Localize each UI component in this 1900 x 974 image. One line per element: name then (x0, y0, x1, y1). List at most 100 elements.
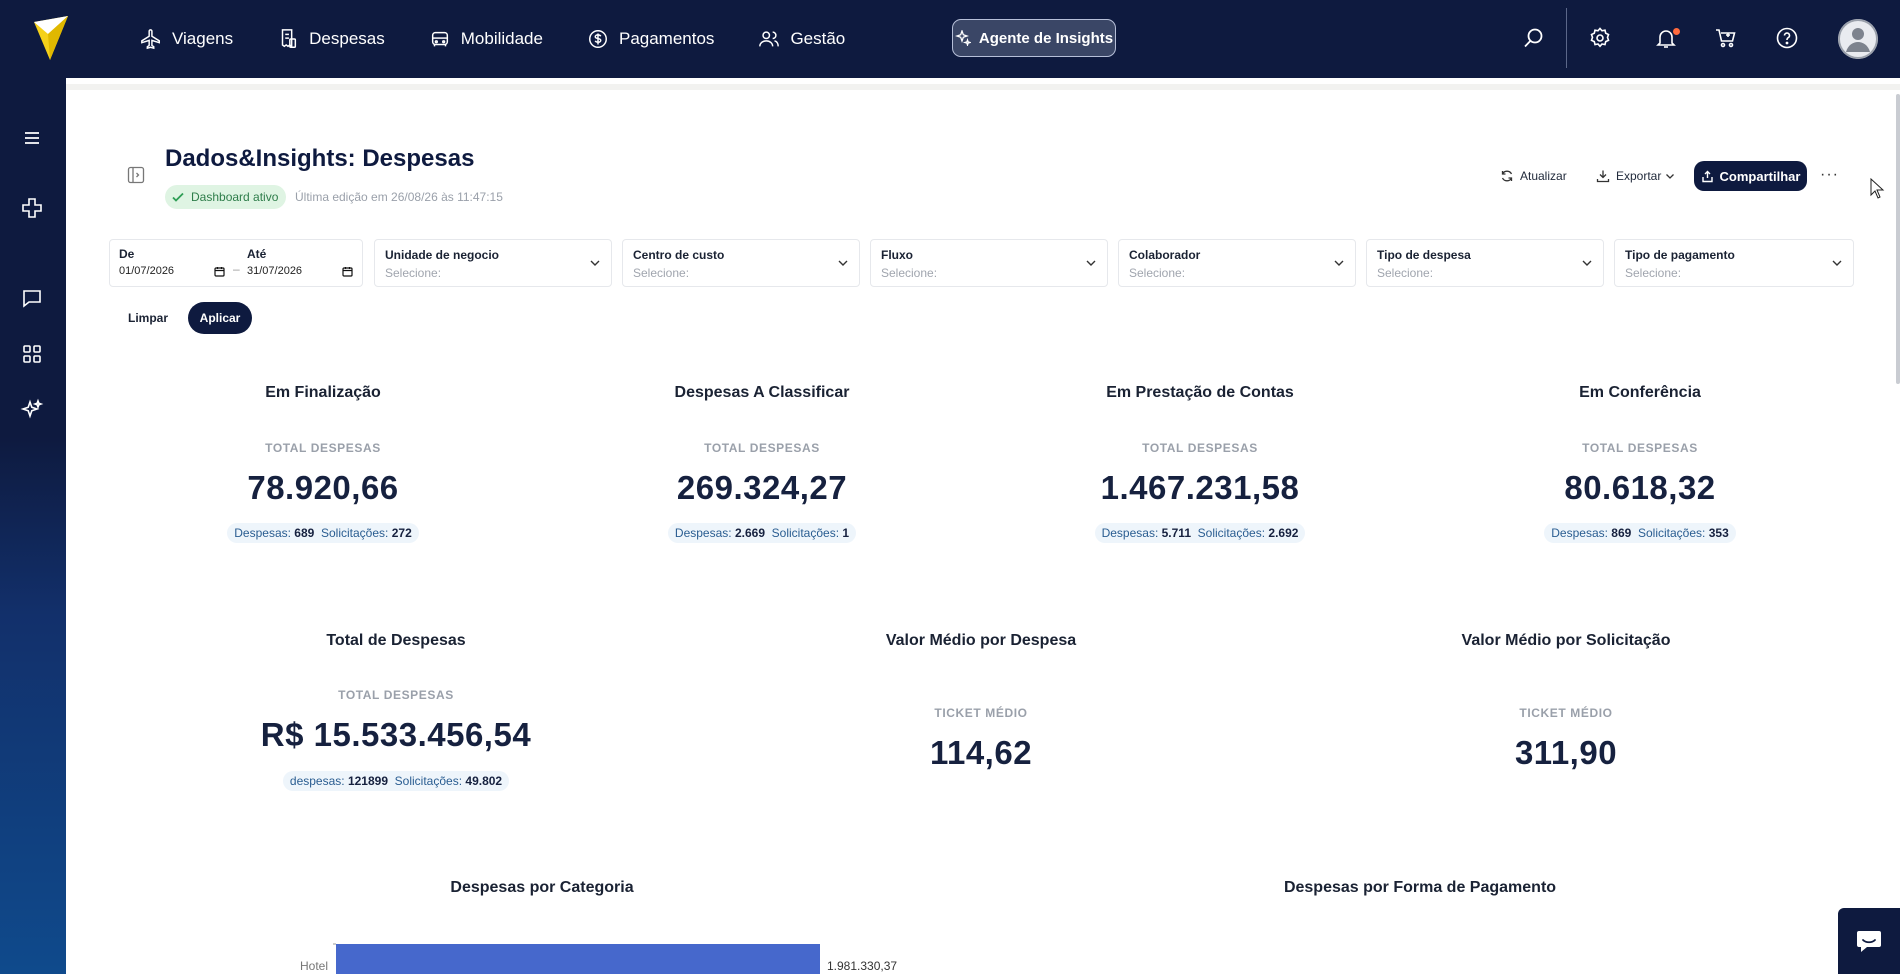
filter-collaborator[interactable]: Colaborador Selecione: (1118, 239, 1356, 287)
help-icon[interactable] (1775, 26, 1799, 50)
kpi-requests-count: 272 (391, 526, 412, 540)
side-rail (0, 78, 66, 974)
kpi-counts-chip: Despesas: 5.711 Solicitações: 2.692 (1094, 523, 1306, 543)
kpi-requests-label: Solicitações: (394, 774, 463, 788)
sparkle-icon (954, 30, 971, 46)
kpi-value: 311,90 (1514, 734, 1618, 771)
kpi-expenses-label: Despesas: (1551, 526, 1608, 540)
kpi-subtitle: TOTAL DESPESAS (338, 688, 454, 702)
share-button[interactable]: Compartilhar (1694, 161, 1807, 191)
nav-gestao-label: Gestão (790, 29, 846, 48)
filter-label: Tipo de despesa (1377, 248, 1471, 262)
filter-payment-type[interactable]: Tipo de pagamento Selecione: (1614, 239, 1854, 287)
kpi-value: 1.467.231,58 (1100, 469, 1300, 506)
chat-support-button[interactable] (1838, 908, 1900, 974)
nav-pagamentos[interactable]: Pagamentos (587, 0, 714, 78)
nav-despesas[interactable]: Despesas (277, 0, 385, 78)
category-bar-chart: Hotel 1.981.330,37 (300, 943, 897, 974)
share-icon (1701, 170, 1713, 182)
kpi-requests-count: 2.692 (1268, 526, 1299, 540)
filter-cost-center[interactable]: Centro de custo Selecione: (622, 239, 860, 287)
dashboard-grid-icon[interactable] (20, 342, 44, 366)
kpi-requests-count: 353 (1708, 526, 1729, 540)
users-icon (759, 31, 780, 47)
collapse-panel-icon[interactable] (127, 166, 145, 184)
filter-placeholder: Selecione: (881, 266, 938, 280)
kpi-counts: Despesas: 2.669 Solicitações: 1 (627, 523, 897, 543)
calendar-icon (342, 267, 353, 277)
filter-placeholder: Selecione: (1129, 266, 1186, 280)
bar[interactable] (336, 944, 820, 974)
receipt-icon (281, 29, 297, 48)
kpi-expenses-label: Despesas: (234, 526, 291, 540)
brand-logo[interactable] (34, 16, 68, 60)
date-from-field[interactable]: De 01/07/2026 (109, 239, 235, 287)
nav-pagamentos-label: Pagamentos (618, 29, 715, 48)
export-button[interactable]: Exportar (1596, 163, 1675, 189)
date-to-field[interactable]: Até 31/07/2026 (237, 239, 363, 287)
apply-filters-button[interactable]: Aplicar (188, 302, 252, 334)
share-label: Compartilhar (1719, 168, 1801, 184)
kpi-title: Em Finalização (265, 384, 381, 401)
filter-label: Colaborador (1129, 248, 1201, 262)
chevron-down-icon (1582, 260, 1592, 266)
main-nav: Viagens Despesas Mobilidade Pagamentos G… (140, 0, 889, 78)
user-avatar-icon (1838, 19, 1878, 59)
sparkle-insights-icon[interactable] (20, 398, 44, 422)
kpi-title: Total de Despesas (326, 632, 466, 649)
kpi-requests-label: Solicitações: (771, 526, 840, 540)
kpi-subtitle: TOTAL DESPESAS (1142, 441, 1258, 455)
chevron-down-icon (590, 260, 600, 266)
filter-business-unit[interactable]: Unidade de negocio Selecione: (374, 239, 612, 287)
kpi-counts: despesas: 121899 Solicitações: 49.802 (246, 771, 546, 791)
kpi-requests-label: Solicitações: (321, 526, 389, 540)
kpi-card-finalizacao: Em Finalização TOTAL DESPESAS 78.920,66 … (188, 384, 458, 554)
cart-icon[interactable] (1714, 26, 1738, 50)
date-from-value: 01/07/2026 (119, 265, 175, 277)
scrollbar[interactable] (1896, 94, 1900, 384)
kpi-card-a-classificar: Despesas A Classificar TOTAL DESPESAS 26… (627, 384, 897, 554)
status-badge: Dashboard ativo (165, 185, 287, 209)
filter-placeholder: Selecione: (1377, 266, 1434, 280)
nav-mobilidade[interactable]: Mobilidade (429, 0, 543, 78)
car-icon (431, 31, 448, 47)
check-icon (172, 192, 184, 202)
clear-filters-button[interactable]: Limpar (110, 302, 186, 334)
kpi-title: Despesas A Classificar (674, 384, 850, 401)
download-icon (1596, 170, 1610, 183)
kpi-title: Em Conferência (1579, 384, 1701, 401)
mouse-cursor-icon (1870, 178, 1885, 199)
search-icon[interactable] (1522, 26, 1546, 50)
gear-icon[interactable] (1588, 26, 1612, 50)
filter-label: Tipo de pagamento (1625, 248, 1735, 262)
kpi-expenses-label: despesas: (289, 774, 345, 788)
chat-icon[interactable] (20, 286, 44, 310)
more-options-button[interactable]: ··· (1820, 166, 1839, 184)
kpi-counts-chip: Despesas: 869 Solicitações: 353 (1544, 523, 1736, 543)
filter-flow[interactable]: Fluxo Selecione: (870, 239, 1108, 287)
last-edit-text: Última edição em 26/08/26 às 11:47:15 (295, 190, 503, 204)
toolbar-divider (1566, 8, 1567, 68)
kpi-expenses-count: 121899 (347, 774, 388, 788)
status-badge-label: Dashboard ativo (191, 190, 279, 204)
nav-gestao[interactable]: Gestão (758, 0, 845, 78)
refresh-button[interactable]: Atualizar (1500, 163, 1567, 189)
kpi-requests-count: 49.802 (465, 774, 503, 788)
add-widget-icon[interactable] (20, 196, 44, 220)
kpi-counts-chip: despesas: 121899 Solicitações: 49.802 (282, 771, 510, 791)
nav-viagens[interactable]: Viagens (140, 0, 233, 78)
filter-expense-type[interactable]: Tipo de despesa Selecione: (1366, 239, 1604, 287)
kpi-value: 80.618,32 (1564, 469, 1716, 506)
main-top-border (66, 84, 1900, 90)
user-avatar[interactable] (1838, 19, 1878, 59)
kpi-value: 114,62 (929, 734, 1033, 771)
chevron-down-icon (1832, 260, 1842, 266)
kpi-counts-chip: Despesas: 689 Solicitações: 272 (227, 523, 419, 543)
kpi-title: Valor Médio por Solicitação (1461, 632, 1671, 649)
kpi-subtitle: TOTAL DESPESAS (1582, 441, 1698, 455)
kpi-counts: Despesas: 5.711 Solicitações: 2.692 (1065, 523, 1335, 543)
chevron-down-icon (1666, 174, 1675, 179)
insights-agent-button[interactable]: Agente de Insights (952, 19, 1116, 57)
nav-despesas-label: Despesas (309, 29, 385, 48)
menu-icon[interactable] (20, 126, 44, 150)
